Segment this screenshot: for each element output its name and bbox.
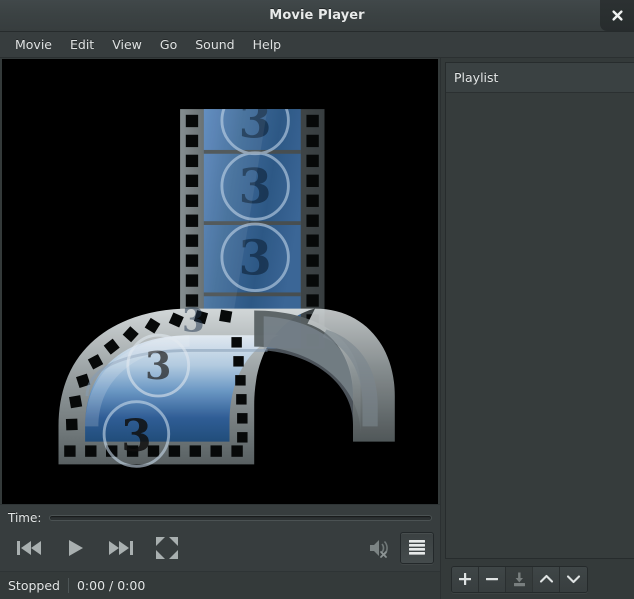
close-icon [611,10,623,21]
skip-next-icon [109,541,133,555]
previous-button[interactable] [6,531,52,565]
menu-item-help[interactable]: Help [244,35,291,54]
skip-previous-icon [17,541,41,555]
film-strip-logo: 3 3 3 3 3 3 [30,92,410,472]
main-body: 3 3 3 3 3 3 Time: Stopped 0:00 / 0:00 Pl… [0,58,634,599]
playlist-icon [409,540,425,555]
menu-item-edit[interactable]: Edit [61,35,103,54]
status-bar: Stopped 0:00 / 0:00 [0,571,440,599]
playlist-header[interactable]: Playlist [446,63,634,93]
window-close-button[interactable] [600,0,634,31]
menu-item-go[interactable]: Go [151,35,186,54]
volume-button[interactable] [360,531,400,565]
save-icon [513,572,525,586]
player-controls: Time: [0,504,440,571]
play-button[interactable] [52,531,98,565]
movie-player-window: Movie Player Movie Edit View Go Sound He… [0,0,634,599]
transport-row [0,529,440,571]
play-icon [69,540,83,556]
playlist-button-group [451,565,588,593]
playlist-move-down-button[interactable] [560,566,587,592]
playlist-save-button[interactable] [506,566,533,592]
playback-state-label: Stopped [8,578,60,593]
playlist-remove-button[interactable] [479,566,506,592]
svg-text:3: 3 [121,411,151,462]
video-display-area[interactable]: 3 3 3 3 3 3 [2,59,438,504]
playlist-list[interactable] [446,93,634,558]
svg-text:3: 3 [182,301,204,339]
title-bar: Movie Player [0,0,634,32]
menu-bar: Movie Edit View Go Sound Help [0,32,634,58]
chevron-up-icon [539,574,553,583]
sidebar-toggle-button[interactable] [400,532,434,564]
fullscreen-icon [156,537,178,559]
player-pane: 3 3 3 3 3 3 Time: Stopped 0:00 / 0:00 [0,58,440,599]
seek-slider[interactable] [49,515,432,521]
playlist-toolbar [441,559,634,599]
time-label: Time: [8,511,42,525]
menu-item-sound[interactable]: Sound [186,35,243,54]
playback-time-label: 0:00 / 0:00 [76,578,146,593]
menu-item-movie[interactable]: Movie [6,35,61,54]
playlist-header-label: Playlist [454,70,499,85]
minus-icon [486,578,498,581]
window-title: Movie Player [269,8,365,23]
next-button[interactable] [98,531,144,565]
fullscreen-button[interactable] [144,531,190,565]
playlist-container: Playlist [445,62,634,559]
volume-muted-icon [370,540,388,558]
chevron-down-icon [566,575,581,584]
seek-row: Time: [0,505,440,529]
playlist-add-button[interactable] [452,566,479,592]
plus-icon [459,573,471,585]
menu-item-view[interactable]: View [103,35,151,54]
playlist-pane: Playlist [440,58,634,599]
playlist-move-up-button[interactable] [533,566,560,592]
